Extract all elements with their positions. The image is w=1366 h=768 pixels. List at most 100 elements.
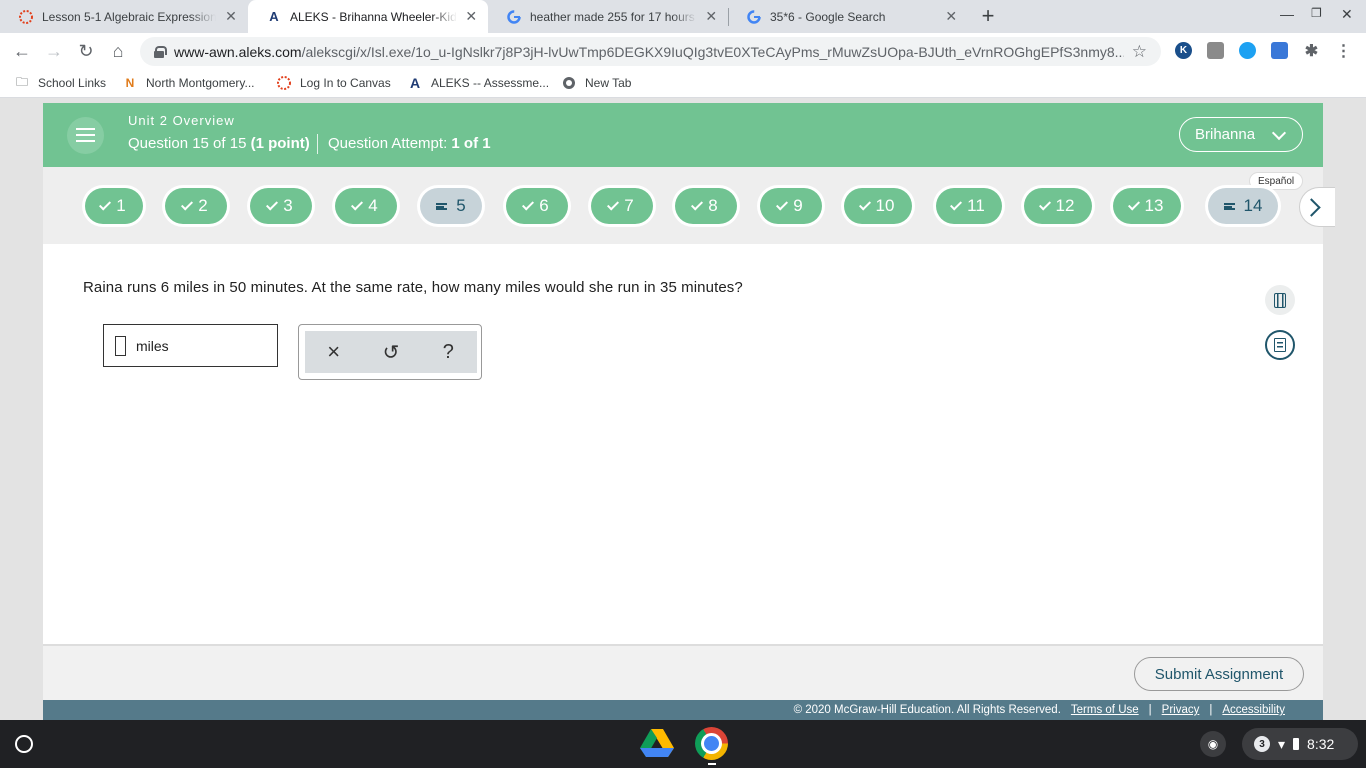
k-extension-icon[interactable]: K: [1175, 42, 1192, 59]
os-shelf: [0, 720, 1366, 768]
question-pill-10[interactable]: 10: [844, 188, 912, 224]
launcher-icon[interactable]: [15, 735, 33, 753]
star-icon[interactable]: ☆: [1132, 42, 1147, 62]
bookmark-aleks[interactable]: A ALEKS -- Assessme...: [407, 75, 549, 91]
privacy-link[interactable]: Privacy: [1162, 704, 1200, 716]
question-pill-7[interactable]: 7: [591, 188, 653, 224]
bookmark-school-links[interactable]: 🗀 School Links: [14, 75, 106, 91]
question-pill-5[interactable]: 5: [420, 188, 482, 224]
canvas-icon: [276, 75, 292, 91]
new-tab-button[interactable]: +: [976, 4, 1000, 28]
tab-title: ALEKS - Brihanna Wheeler-Kidd - Unit 2 O…: [290, 9, 457, 24]
user-menu-button[interactable]: Brihanna: [1179, 117, 1303, 152]
close-window-icon[interactable]: ✕: [1341, 6, 1353, 23]
reload-icon[interactable]: ↻: [75, 40, 97, 62]
answer-tools: × ↺ ?: [298, 324, 482, 380]
forward-icon[interactable]: →: [43, 40, 65, 62]
back-icon[interactable]: ←: [11, 40, 33, 62]
checkmark-icon: [1127, 197, 1140, 211]
tab-lesson[interactable]: Lesson 5-1 Algebraic Expressions ✕: [0, 0, 248, 33]
aleks-icon: A: [409, 75, 421, 91]
question-pill-number: 9: [793, 196, 803, 215]
address-bar[interactable]: www-awn.aleks.com/alekscgi/x/Isl.exe/1o_…: [140, 37, 1161, 66]
question-pill-2[interactable]: 2: [165, 188, 227, 224]
tab-strip: Lesson 5-1 Algebraic Expressions ✕ A ALE…: [0, 0, 1366, 33]
checkmark-icon: [776, 197, 789, 211]
audio-icon[interactable]: ◉: [1200, 731, 1226, 757]
chevron-down-icon: [1271, 125, 1287, 141]
close-icon[interactable]: ✕: [224, 8, 238, 25]
screen: Lesson 5-1 Algebraic Expressions ✕ A ALE…: [0, 0, 1366, 768]
calculator-icon[interactable]: [1265, 285, 1295, 315]
notes-icon[interactable]: [1265, 330, 1295, 360]
checkmark-icon: [351, 197, 364, 211]
help-button[interactable]: ?: [428, 334, 468, 370]
checkmark-icon: [1038, 197, 1051, 211]
extension-icon[interactable]: [1207, 42, 1224, 59]
accessibility-link[interactable]: Accessibility: [1222, 704, 1285, 716]
question-nav-bar: Español 1 2 3 4 5 6 7 8 9 10 11 12 13 14: [43, 167, 1335, 244]
tab-google-search[interactable]: 35*6 - Google Search ✕: [728, 0, 968, 33]
question-pill-4[interactable]: 4: [335, 188, 397, 224]
answer-input[interactable]: miles: [103, 324, 278, 367]
hamburger-menu-button[interactable]: [67, 117, 104, 154]
bookmarks-bar: 🗀 School Links N North Montgomery... Log I…: [0, 69, 1366, 98]
google-icon: [746, 9, 762, 25]
question-pill-9[interactable]: 9: [760, 188, 822, 224]
question-pill-13[interactable]: 13: [1113, 188, 1181, 224]
system-tray[interactable]: 3 ▾ 8:32: [1242, 728, 1358, 760]
question-pill-11[interactable]: 11: [936, 188, 1002, 224]
clear-button[interactable]: ×: [314, 334, 354, 370]
url-text: www-awn.aleks.com/alekscgi/x/Isl.exe/1o_…: [174, 43, 1124, 60]
extension-icon[interactable]: [1239, 42, 1256, 59]
folder-icon: 🗀: [15, 74, 28, 89]
terms-link[interactable]: Terms of Use: [1071, 704, 1139, 716]
close-icon[interactable]: ✕: [705, 8, 718, 25]
bookmark-north-montgomery[interactable]: N North Montgomery...: [122, 75, 255, 91]
home-icon[interactable]: ⌂: [107, 40, 129, 62]
question-pill-14[interactable]: 14: [1208, 188, 1278, 224]
submit-assignment-button[interactable]: Submit Assignment: [1134, 657, 1304, 691]
checkmark-icon: [522, 197, 535, 211]
question-pill-1[interactable]: 1: [85, 188, 143, 224]
puzzle-icon[interactable]: ✱: [1303, 42, 1320, 60]
globe-icon: [561, 75, 577, 91]
close-icon[interactable]: ✕: [465, 8, 478, 25]
in-progress-icon: [436, 202, 448, 210]
question-pill-number: 12: [1055, 196, 1075, 215]
question-pill-3[interactable]: 3: [250, 188, 312, 224]
question-pill-number: 13: [1144, 196, 1164, 215]
tab-aleks[interactable]: A ALEKS - Brihanna Wheeler-Kidd - Unit 2…: [248, 0, 488, 33]
page-footer: Submit Assignment: [43, 644, 1323, 700]
aleks-icon: A: [269, 9, 279, 24]
question-pill-number: 5: [456, 196, 466, 215]
north-montgomery-icon: N: [125, 76, 135, 90]
question-pill-6[interactable]: 6: [506, 188, 568, 224]
answer-cursor-box[interactable]: [115, 336, 126, 356]
aleks-header: Unit 2 Overview Question 15 of 15 (1 poi…: [43, 103, 1323, 167]
restore-icon[interactable]: ❐: [1311, 6, 1322, 20]
question-pill-8[interactable]: 8: [675, 188, 737, 224]
question-pill-12[interactable]: 12: [1024, 188, 1092, 224]
copyright-text: © 2020 McGraw-Hill Education. All Rights…: [793, 704, 1061, 716]
canvas-icon: [18, 9, 34, 25]
notification-count: 3: [1254, 736, 1270, 752]
undo-button[interactable]: ↺: [371, 334, 411, 370]
answer-unit: miles: [136, 338, 169, 354]
bookmark-new-tab[interactable]: New Tab: [561, 75, 631, 91]
bookmark-canvas[interactable]: Log In to Canvas: [276, 75, 391, 91]
google-drive-icon[interactable]: [640, 728, 674, 758]
chrome-icon[interactable]: [695, 727, 728, 760]
tab-heather[interactable]: heather made 255 for 17 hours of work ✕: [488, 0, 728, 33]
close-icon[interactable]: ✕: [945, 8, 958, 25]
question-pill-number: 3: [283, 196, 293, 215]
next-questions-arrow[interactable]: [1299, 187, 1335, 227]
question-pill-number: 10: [875, 196, 895, 215]
menu-dots-icon[interactable]: ⋮: [1335, 42, 1352, 60]
checkmark-icon: [181, 197, 194, 211]
extension-icon[interactable]: [1271, 42, 1288, 59]
aleks-page: Unit 2 Overview Question 15 of 15 (1 poi…: [43, 103, 1335, 720]
checkmark-icon: [950, 197, 963, 211]
minimize-icon[interactable]: —: [1280, 6, 1294, 22]
question-pill-number: 2: [198, 196, 208, 215]
